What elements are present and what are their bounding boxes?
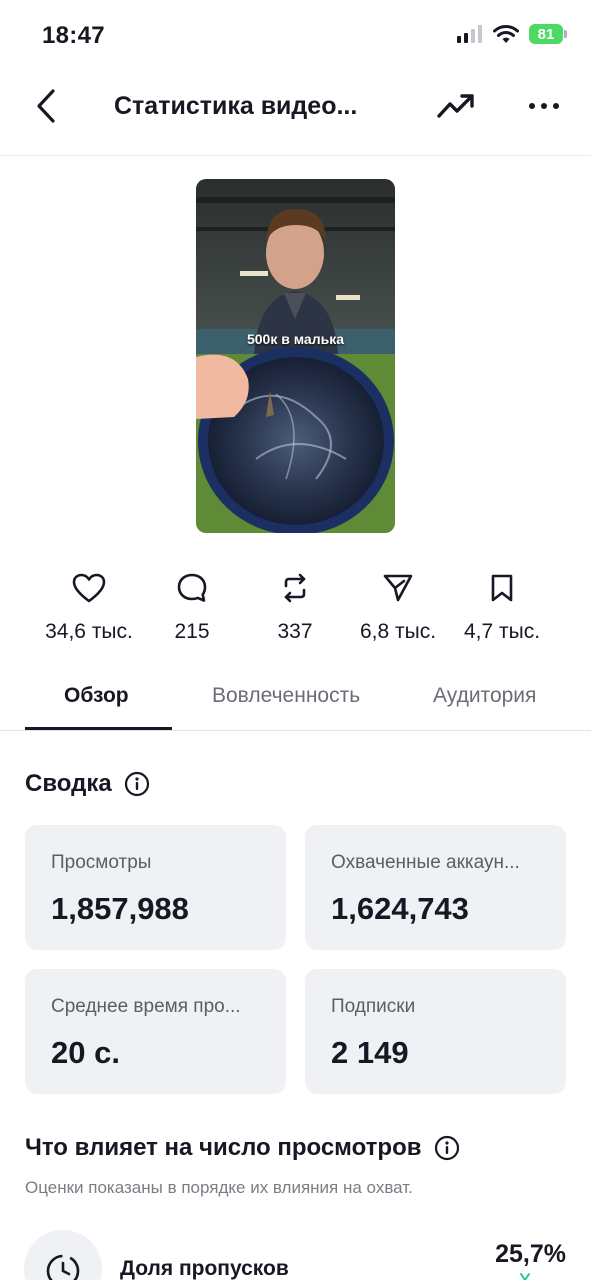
summary-title: Сводка bbox=[25, 770, 112, 797]
metric-label: Среднее время про... bbox=[51, 996, 241, 1017]
repost-icon bbox=[284, 573, 306, 603]
wifi-icon bbox=[493, 24, 519, 43]
stat-likes: 34,6 тыс. bbox=[29, 568, 149, 644]
stat-shares: 6,8 тыс. bbox=[338, 568, 458, 644]
trending-up-icon bbox=[437, 94, 474, 118]
metric-card-views[interactable]: Просмотры 1,857,988 bbox=[25, 825, 286, 950]
tab-engagement[interactable]: Вовлеченность bbox=[212, 684, 360, 708]
trending-button[interactable] bbox=[436, 88, 476, 124]
stat-reposts: 337 bbox=[235, 568, 355, 644]
influence-subtitle: Оценки показаны в порядке их влияния на … bbox=[25, 1178, 413, 1197]
active-tab-indicator bbox=[25, 727, 172, 730]
bookmark-icon bbox=[491, 574, 513, 602]
influence-title: Что влияет на число просмотров bbox=[25, 1134, 422, 1161]
metric-card-follows[interactable]: Подписки 2 149 bbox=[305, 969, 566, 1094]
comment-icon bbox=[177, 573, 207, 602]
metric-label: Подписки bbox=[331, 996, 416, 1017]
video-preview-image bbox=[196, 179, 395, 533]
share-icon bbox=[383, 574, 413, 602]
metric-card-reached-accounts[interactable]: Охваченные аккаун... 1,624,743 bbox=[305, 825, 566, 950]
nav-bar: Статистика видео... bbox=[0, 72, 591, 156]
status-bar: 18:47 81 bbox=[0, 0, 591, 72]
metric-value: 2 149 bbox=[331, 1035, 409, 1070]
stat-comments: 215 bbox=[132, 568, 252, 644]
back-button[interactable] bbox=[26, 86, 66, 126]
status-icons: 81 bbox=[457, 24, 567, 44]
metric-value: 1,624,743 bbox=[331, 891, 469, 926]
more-horizontal-icon bbox=[529, 103, 559, 109]
tab-overview[interactable]: Обзор bbox=[64, 684, 129, 708]
tab-audience[interactable]: Аудитория bbox=[433, 684, 536, 708]
summary-header: Сводка bbox=[25, 770, 150, 798]
more-options-button[interactable] bbox=[524, 88, 564, 124]
heart-icon bbox=[72, 573, 106, 603]
chevron-left-icon bbox=[37, 89, 55, 123]
stat-reposts-value: 337 bbox=[277, 620, 313, 643]
stat-likes-value: 34,6 тыс. bbox=[45, 620, 133, 643]
metric-card-avg-watch-time[interactable]: Среднее время про... 20 с. bbox=[25, 969, 286, 1094]
influence-header: Что влияет на число просмотров bbox=[25, 1134, 460, 1162]
metric-value: 20 с. bbox=[51, 1035, 120, 1070]
stat-comments-value: 215 bbox=[174, 620, 210, 643]
page-title: Статистика видео... bbox=[114, 92, 358, 120]
info-icon[interactable] bbox=[124, 771, 150, 797]
tab-bar: Обзор Вовлеченность Аудитория bbox=[0, 670, 591, 731]
stat-shares-value: 6,8 тыс. bbox=[359, 620, 437, 643]
timer-icon bbox=[46, 1254, 80, 1280]
factor-value: 25,7% bbox=[495, 1240, 566, 1268]
metric-label: Охваченные аккаун... bbox=[331, 852, 520, 873]
metric-label: Просмотры bbox=[51, 852, 152, 873]
factor-icon-container bbox=[24, 1230, 102, 1280]
battery-level: 81 bbox=[529, 24, 563, 44]
stat-saves: 4,7 тыс. bbox=[442, 568, 562, 644]
status-time: 18:47 bbox=[42, 22, 105, 49]
video-caption: 500к в малька bbox=[246, 331, 344, 347]
info-icon[interactable] bbox=[434, 1135, 460, 1161]
factor-row-skip-rate[interactable]: Доля пропусков 25,7% bbox=[0, 1230, 591, 1280]
cellular-signal-icon bbox=[457, 25, 482, 43]
video-thumbnail[interactable]: 500к в малька bbox=[196, 179, 395, 533]
battery-icon: 81 bbox=[529, 24, 567, 44]
trend-indicator-icon bbox=[520, 1273, 530, 1280]
engagement-stats: 34,6 тыс. 215 337 6,8 тыс. 4,7 тыс. bbox=[0, 568, 591, 648]
metric-value: 1,857,988 bbox=[51, 891, 189, 926]
stat-saves-value: 4,7 тыс. bbox=[463, 620, 541, 643]
factor-label: Доля пропусков bbox=[120, 1257, 289, 1280]
